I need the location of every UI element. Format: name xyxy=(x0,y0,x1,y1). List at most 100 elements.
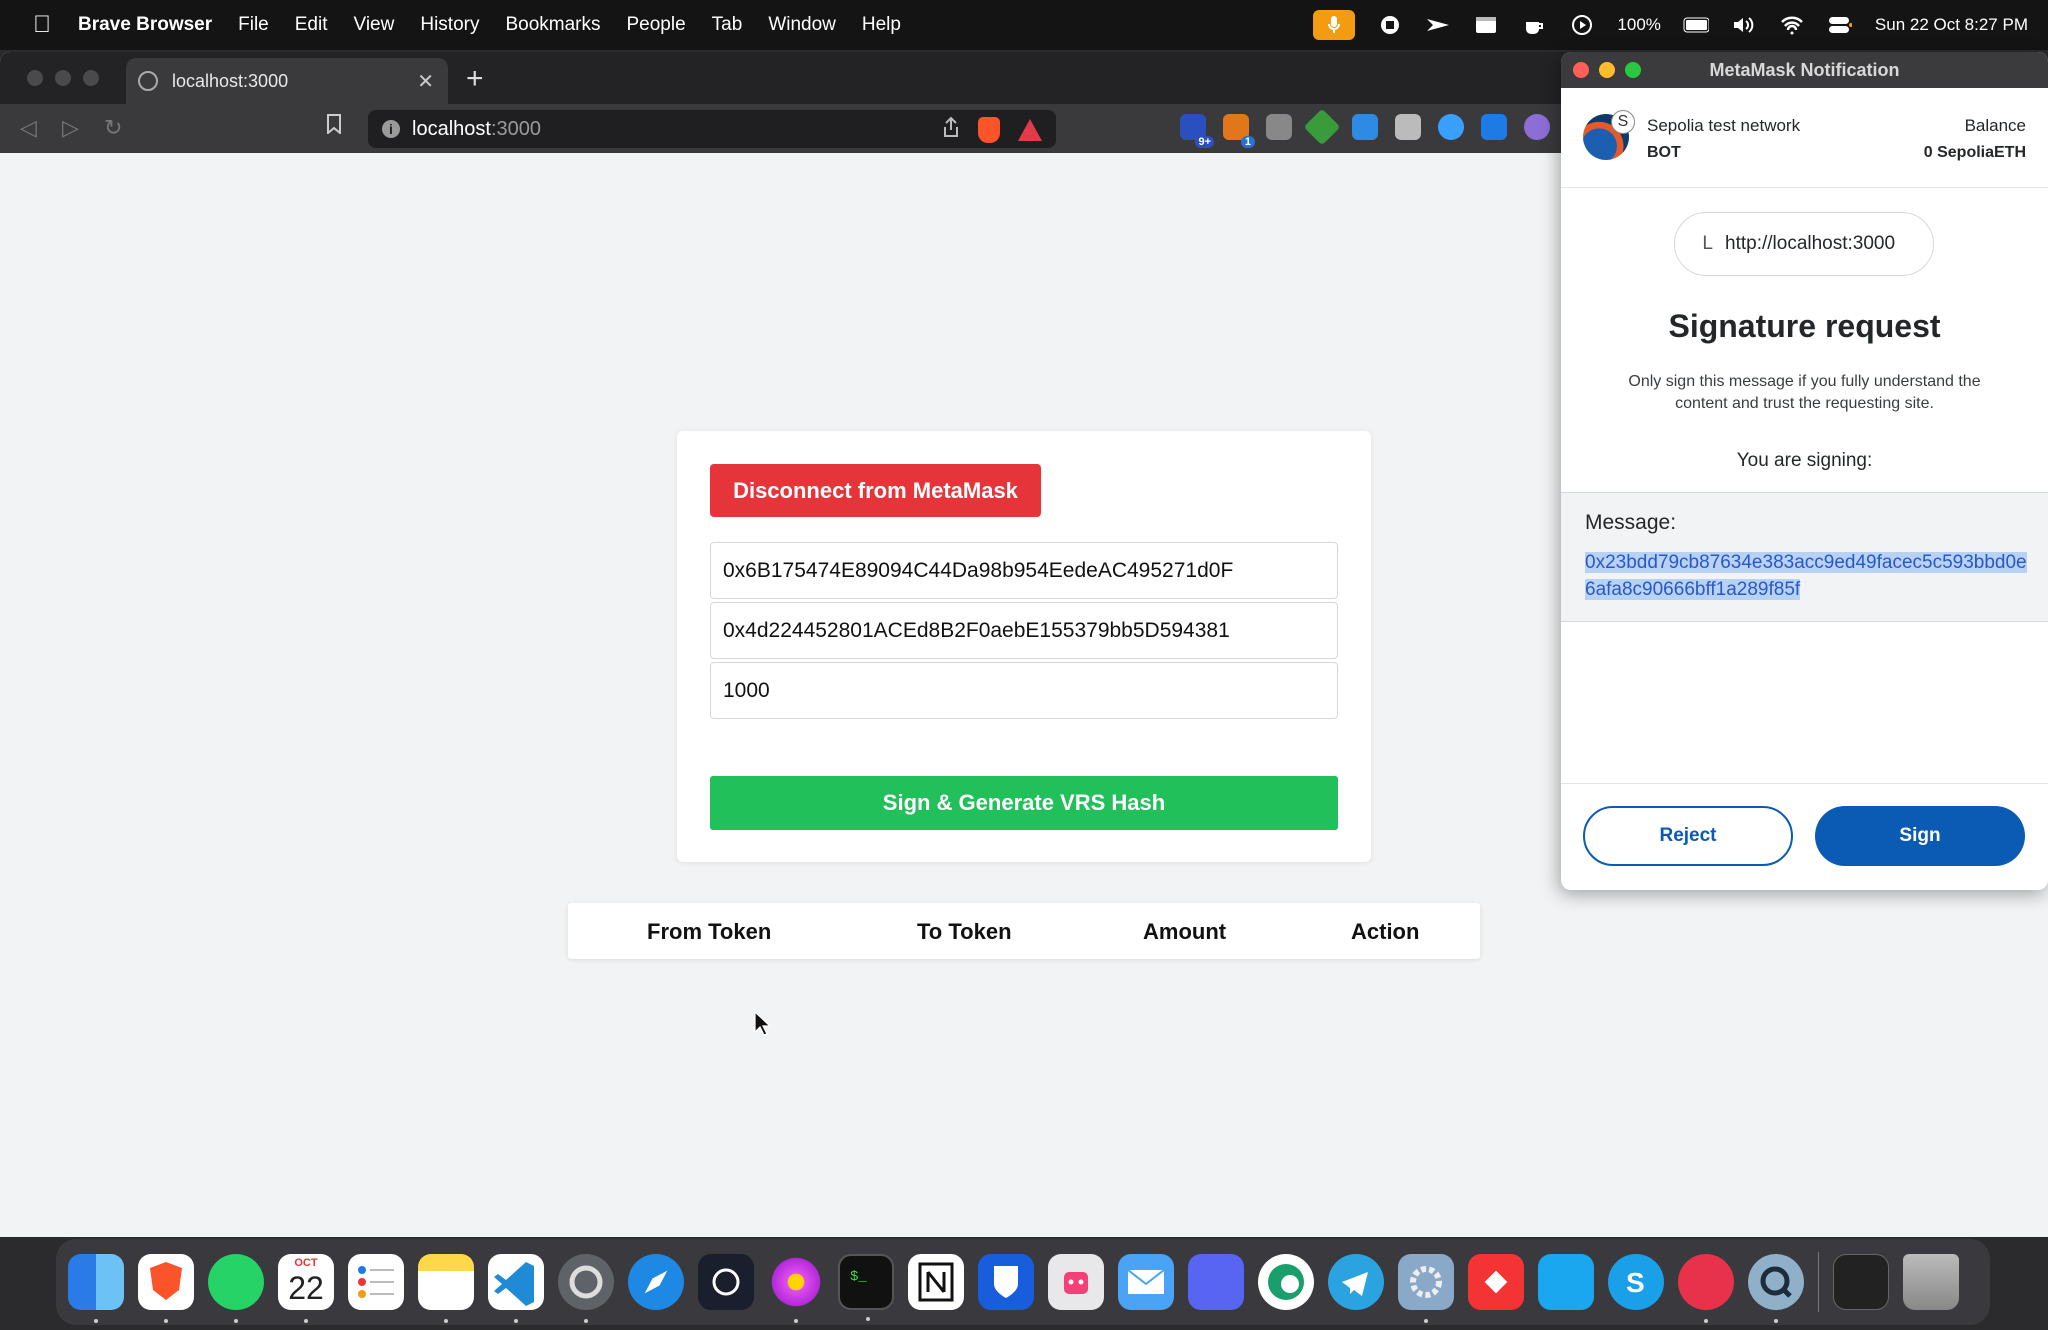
extension-metamask-icon[interactable]: 1 xyxy=(1223,114,1255,148)
extension-camera-icon[interactable] xyxy=(1395,114,1421,140)
extension-gem-icon[interactable] xyxy=(1438,114,1464,140)
sign-button[interactable]: Sign xyxy=(1815,806,2025,866)
system-preferences-icon[interactable] xyxy=(558,1254,614,1323)
menu-edit[interactable]: Edit xyxy=(295,14,328,36)
reject-button[interactable]: Reject xyxy=(1583,806,1793,866)
extension-bitwarden-icon[interactable]: 9+ xyxy=(1180,114,1214,148)
trash-icon[interactable] xyxy=(1903,1254,1959,1310)
bitwarden-icon[interactable] xyxy=(978,1254,1034,1310)
reminders-icon[interactable] xyxy=(348,1254,404,1310)
origin-initial: L xyxy=(1702,233,1713,254)
telegram-icon[interactable] xyxy=(1328,1254,1384,1310)
url-port: :3000 xyxy=(490,117,541,140)
menu-help[interactable]: Help xyxy=(862,14,901,36)
extensions-bar: 9+ 1 xyxy=(1180,108,1550,148)
message-hash[interactable]: 0x23bdd79cb87634e383acc9ed49facec5c593bb… xyxy=(1585,552,2027,600)
menu-people[interactable]: People xyxy=(627,14,686,36)
origin-pill: L http://localhost:3000 xyxy=(1674,212,1934,276)
from-token-input[interactable] xyxy=(710,542,1338,599)
brave-rewards-icon[interactable] xyxy=(1018,119,1042,141)
menu-file[interactable]: File xyxy=(238,14,269,36)
control-center-icon[interactable] xyxy=(1827,12,1853,38)
brave-shields-icon[interactable] xyxy=(978,117,1000,143)
extension-bird-icon[interactable] xyxy=(1266,114,1292,140)
sign-generate-button[interactable]: Sign & Generate VRS Hash xyxy=(710,776,1338,830)
skype-icon[interactable]: S xyxy=(1608,1254,1664,1310)
wifi-icon[interactable] xyxy=(1779,12,1805,38)
reload-icon[interactable]: ↻ xyxy=(104,115,122,141)
close-window-button[interactable] xyxy=(27,70,43,86)
bookmark-icon[interactable] xyxy=(326,114,342,140)
svg-text:$_: $_ xyxy=(850,1269,867,1285)
battery-icon[interactable] xyxy=(1683,12,1709,38)
volume-icon[interactable] xyxy=(1731,12,1757,38)
brave-icon[interactable] xyxy=(138,1254,194,1323)
site-info-icon[interactable]: i xyxy=(382,120,400,138)
battery-percent: 100% xyxy=(1617,15,1661,34)
discord-icon[interactable] xyxy=(1188,1254,1244,1310)
robot-app-icon[interactable] xyxy=(1048,1254,1104,1310)
disconnect-button[interactable]: Disconnect from MetaMask xyxy=(710,464,1041,517)
coffee-cup-icon[interactable] xyxy=(1521,12,1547,38)
edge-icon[interactable] xyxy=(1258,1254,1314,1310)
extension-badge-metamask: 1 xyxy=(1240,136,1255,148)
notes-icon[interactable] xyxy=(418,1254,474,1323)
menu-window[interactable]: Window xyxy=(768,14,836,36)
menu-bookmarks[interactable]: Bookmarks xyxy=(505,14,600,36)
message-value[interactable]: 0x23bdd79cb87634e383acc9ed49facec5c593bb… xyxy=(1585,549,2031,603)
forward-icon[interactable]: ▷ xyxy=(62,115,79,141)
notion-icon[interactable] xyxy=(908,1254,964,1310)
mm-minimize-button[interactable] xyxy=(1599,62,1615,78)
whatsapp-icon[interactable] xyxy=(208,1254,264,1323)
new-tab-button[interactable]: + xyxy=(466,62,484,96)
play-circle-icon[interactable] xyxy=(1569,12,1595,38)
blue-app-icon[interactable] xyxy=(1538,1254,1594,1310)
airmail-icon[interactable] xyxy=(1678,1254,1734,1323)
header-from-token: From Token xyxy=(647,919,772,944)
menu-app-name[interactable]: Brave Browser xyxy=(78,14,212,36)
network-account-bar: S Sepolia test network BOT Balance 0 Sep… xyxy=(1561,88,2048,188)
menu-tab[interactable]: Tab xyxy=(712,14,743,36)
chatgpt-icon[interactable] xyxy=(698,1254,754,1310)
address-bar[interactable]: i localhost:3000 xyxy=(368,110,1056,148)
quicktime-icon[interactable] xyxy=(1748,1254,1804,1323)
zoom-window-button[interactable] xyxy=(83,70,99,86)
minimize-window-button[interactable] xyxy=(55,70,71,86)
microphone-icon[interactable] xyxy=(1313,10,1356,40)
mm-zoom-button[interactable] xyxy=(1625,62,1641,78)
clapper-icon[interactable] xyxy=(1473,12,1499,38)
vscode-icon[interactable] xyxy=(488,1254,544,1323)
amount-input[interactable] xyxy=(710,662,1338,719)
apple-icon[interactable]:  xyxy=(22,11,62,39)
finder-icon[interactable] xyxy=(68,1254,124,1323)
calendar-icon[interactable]: OCT 22 xyxy=(278,1254,334,1323)
menu-view[interactable]: View xyxy=(354,14,395,36)
mm-close-button[interactable] xyxy=(1573,62,1589,78)
metamask-titlebar: MetaMask Notification xyxy=(1561,52,2048,88)
metamask-footer: Reject Sign xyxy=(1561,783,2048,890)
signature-warning: Only sign this message if you fully unde… xyxy=(1628,373,1981,412)
clock[interactable]: Sun 22 Oct 8:27 PM xyxy=(1875,15,2028,35)
menu-bar:  Brave Browser File Edit View History B… xyxy=(0,0,2048,50)
close-tab-icon[interactable]: ✕ xyxy=(417,69,434,94)
extension-k-icon[interactable] xyxy=(1481,114,1507,140)
message-box: Message: 0x23bdd79cb87634e383acc9ed49fac… xyxy=(1561,492,2048,622)
airplane-app-icon[interactable] xyxy=(1425,12,1451,38)
menu-history[interactable]: History xyxy=(420,14,479,36)
flower-app-icon[interactable] xyxy=(768,1254,824,1323)
network-name: Sepolia test network xyxy=(1647,116,1801,135)
back-icon[interactable]: ◁ xyxy=(20,115,37,141)
share-icon[interactable] xyxy=(942,116,960,144)
tab-localhost[interactable]: localhost:3000 ✕ xyxy=(126,58,448,104)
safari-icon[interactable] xyxy=(628,1254,684,1310)
record-icon[interactable] xyxy=(1377,12,1403,38)
settings-gear-icon[interactable] xyxy=(1398,1254,1454,1323)
extension-send-icon[interactable] xyxy=(1352,114,1378,140)
anydesk-icon[interactable] xyxy=(1468,1254,1524,1310)
extension-hex-icon[interactable] xyxy=(1303,108,1341,146)
mail-icon[interactable] xyxy=(1118,1254,1174,1310)
terminal-icon[interactable]: $_ xyxy=(838,1254,894,1321)
to-token-input[interactable] xyxy=(710,602,1338,659)
terminal-window-thumbnail[interactable] xyxy=(1833,1254,1889,1310)
extension-phantom-icon[interactable] xyxy=(1524,114,1550,140)
